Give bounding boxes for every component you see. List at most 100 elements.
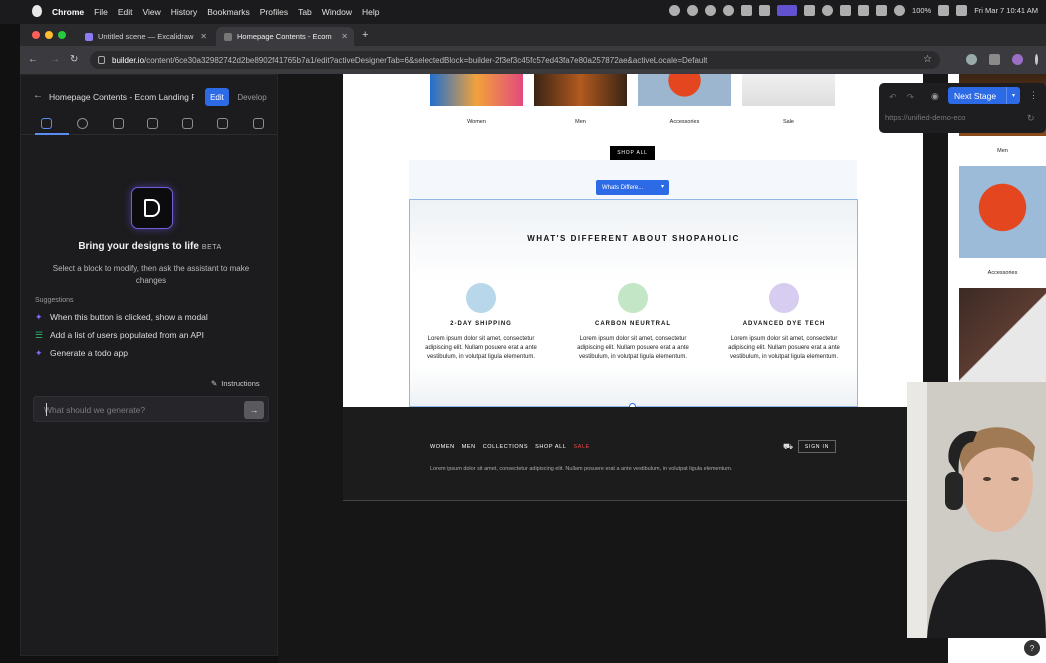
feature-body[interactable]: Lorem ipsum dolor sit amet, consectetur … — [422, 335, 540, 362]
suggestion-item[interactable]: ✦ Generate a todo app — [35, 348, 128, 358]
preview-eye-icon[interactable]: ◉ — [931, 91, 939, 102]
components-tab-icon[interactable] — [113, 118, 124, 129]
redo-icon[interactable]: ↷ — [907, 92, 915, 103]
close-tab-icon[interactable]: ✕ — [200, 32, 207, 41]
category-image-accessories[interactable] — [638, 74, 731, 106]
footer-link[interactable]: WOMEN — [430, 444, 455, 450]
comments-tab-icon[interactable] — [253, 118, 264, 129]
screen-record-icon[interactable] — [777, 5, 798, 16]
feature-body[interactable]: Lorem ipsum dolor sit amet, consectetur … — [725, 335, 843, 362]
category-image-sale[interactable] — [742, 74, 835, 106]
refresh-preview-icon[interactable]: ↻ — [1027, 113, 1035, 124]
menu-history[interactable]: History — [171, 7, 197, 17]
preview-image-sale[interactable] — [959, 288, 1046, 384]
cart-icon[interactable]: ⛟ — [783, 442, 793, 452]
category-label[interactable]: Women — [430, 119, 523, 125]
site-info-icon[interactable] — [98, 56, 105, 64]
section-title[interactable]: WHAT'S DIFFERENT ABOUT SHOPAHOLIC — [409, 234, 858, 243]
preview-url[interactable]: https://unified-demo-eco — [885, 113, 1025, 127]
menu-edit[interactable]: Edit — [118, 7, 133, 17]
edit-mode-button[interactable]: Edit — [205, 88, 229, 106]
feature-title[interactable]: CARBON NEURTRAL — [568, 321, 698, 327]
chat-icon[interactable] — [687, 5, 699, 16]
headphones-icon[interactable] — [858, 5, 870, 16]
send-prompt-button[interactable]: → — [244, 401, 264, 419]
chevron-down-icon[interactable]: ▾ — [1006, 87, 1020, 104]
footer-link-sale[interactable]: SALE — [573, 444, 589, 450]
footer-link[interactable]: SHOP ALL — [535, 444, 566, 450]
suggestion-item[interactable]: ✦ When this button is clicked, show a mo… — [35, 312, 208, 322]
prompt-input[interactable] — [44, 403, 234, 417]
profile-avatar[interactable] — [1012, 54, 1023, 65]
category-label[interactable]: Sale — [742, 119, 835, 125]
reload-icon[interactable]: ↻ — [70, 54, 78, 65]
status-icon[interactable] — [741, 5, 753, 16]
feature-title[interactable]: 2-DAY SHIPPING — [416, 321, 546, 327]
back-arrow-icon[interactable]: ← — [33, 90, 43, 101]
footer-link[interactable]: COLLECTIONS — [483, 444, 528, 450]
close-tab-icon[interactable]: ✕ — [341, 32, 348, 41]
insert-tab-icon[interactable] — [77, 118, 88, 129]
more-menu-icon[interactable] — [1035, 54, 1038, 65]
next-stage-button[interactable]: Next Stage ▾ — [948, 87, 1020, 104]
menu-app-name[interactable]: Chrome — [52, 7, 84, 17]
category-image-women[interactable] — [430, 74, 523, 106]
forward-icon[interactable]: → — [50, 54, 60, 65]
apple-icon[interactable] — [32, 5, 42, 17]
menu-window[interactable]: Window — [322, 7, 352, 17]
back-icon[interactable]: ← — [28, 54, 38, 65]
selected-block-chip[interactable]: Whats Differe... ▾ — [596, 180, 669, 195]
help-button[interactable]: ? — [1024, 640, 1040, 656]
settings-icon[interactable] — [822, 5, 834, 16]
preview-image-accessories[interactable] — [959, 166, 1046, 258]
maximize-window-button[interactable] — [58, 31, 66, 39]
menu-view[interactable]: View — [142, 7, 160, 17]
suggestion-item[interactable]: ☰ Add a list of users populated from an … — [35, 330, 204, 340]
bookmark-star-icon[interactable]: ☆ — [923, 54, 932, 65]
category-image-men[interactable] — [534, 74, 627, 106]
category-label[interactable]: Accessories — [638, 119, 731, 125]
status-icon[interactable] — [669, 5, 681, 16]
beta-badge: BETA — [201, 244, 222, 251]
new-tab-button[interactable]: + — [362, 29, 368, 41]
ai-sparkle-tab-icon[interactable] — [41, 118, 52, 129]
menu-profiles[interactable]: Profiles — [260, 7, 288, 17]
menu-file[interactable]: File — [94, 7, 108, 17]
data-tab-icon[interactable] — [217, 118, 228, 129]
suggestion-text: Generate a todo app — [50, 348, 128, 358]
minimize-window-button[interactable] — [45, 31, 53, 39]
status-icon[interactable] — [705, 5, 717, 16]
shop-all-button[interactable]: SHOP ALL — [610, 146, 655, 160]
tab-builder[interactable]: Homepage Contents - Ecom ✕ — [216, 27, 354, 46]
feature-body[interactable]: Lorem ipsum dolor sit amet, consectetur … — [574, 335, 692, 362]
control-center-icon[interactable] — [956, 5, 968, 16]
sign-in-button[interactable]: SIGN IN — [798, 440, 836, 453]
instructions-link[interactable]: ✎ Instructions — [211, 379, 260, 388]
footer-link[interactable]: MEN — [462, 444, 476, 450]
url-path: /content/6ce30a32982742d2be8902f41765b7a… — [144, 55, 708, 65]
develop-mode-button[interactable]: Develop — [233, 88, 271, 106]
menu-help[interactable]: Help — [362, 7, 379, 17]
more-options-icon[interactable]: ⋮ — [1029, 90, 1038, 101]
wifi-icon[interactable] — [894, 5, 906, 16]
menu-bookmarks[interactable]: Bookmarks — [207, 7, 250, 17]
close-window-button[interactable] — [32, 31, 40, 39]
extension-icon[interactable] — [966, 54, 977, 65]
category-label[interactable]: Men — [534, 119, 627, 125]
calendar-icon[interactable] — [804, 5, 816, 16]
send-icon[interactable] — [759, 5, 771, 16]
url-field[interactable]: builder.io/content/6ce30a32982742d2be890… — [90, 51, 940, 69]
bluetooth-icon[interactable] — [876, 5, 888, 16]
status-icon[interactable] — [723, 5, 735, 16]
feature-title[interactable]: ADVANCED DYE TECH — [719, 321, 849, 327]
menu-tab[interactable]: Tab — [298, 7, 312, 17]
extensions-puzzle-icon[interactable] — [989, 54, 1000, 65]
undo-icon[interactable]: ↶ — [889, 92, 897, 103]
layers-tab-icon[interactable] — [182, 118, 193, 129]
display-icon[interactable] — [840, 5, 852, 16]
battery-icon[interactable] — [938, 5, 950, 16]
clock[interactable]: Fri Mar 7 10:41 AM — [974, 6, 1038, 15]
tab-excalidraw[interactable]: Untitled scene — Excalidraw ✕ — [77, 27, 213, 46]
selected-block-name: Whats Differe... — [602, 184, 644, 191]
style-tab-icon[interactable] — [147, 118, 158, 129]
